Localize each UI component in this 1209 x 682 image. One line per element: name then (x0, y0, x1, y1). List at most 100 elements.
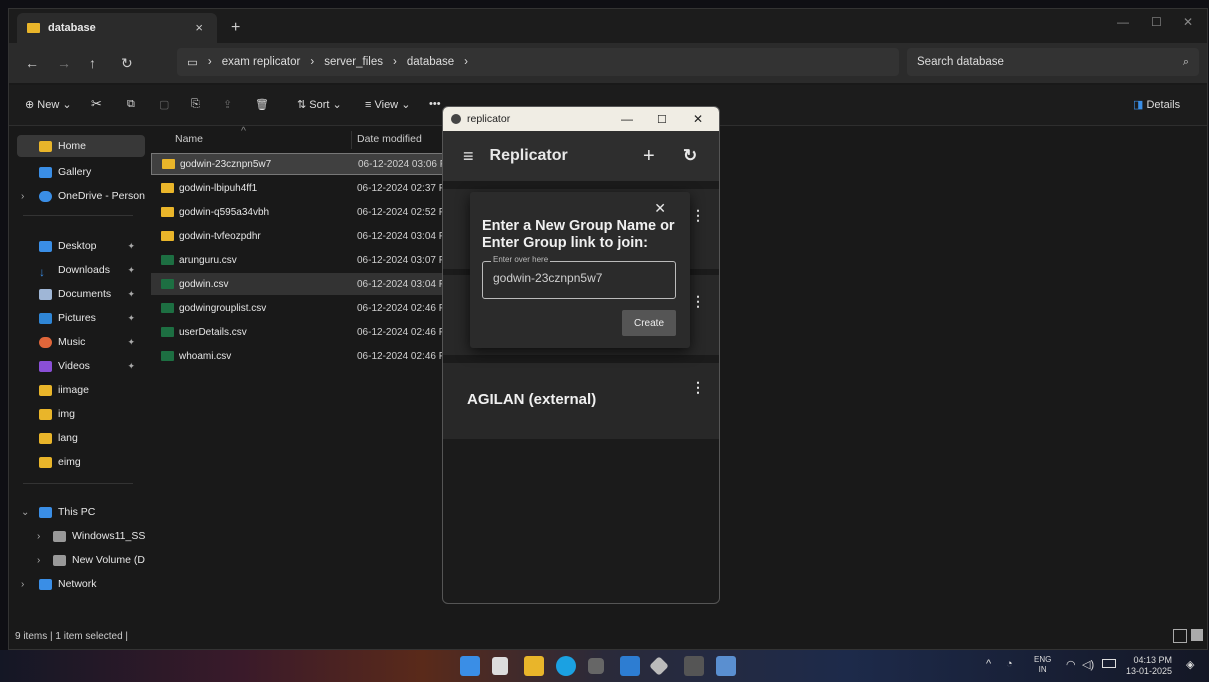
sidebar-item-home[interactable]: Home (17, 135, 145, 157)
refresh-icon[interactable]: ↻ (683, 146, 697, 166)
calendar-app-icon[interactable] (492, 657, 508, 675)
wifi-icon[interactable]: ◠ (1066, 658, 1076, 671)
cube-app-icon[interactable] (588, 658, 604, 674)
file-row[interactable]: godwingrouplist.csv 06-12-2024 02:46 PM (151, 297, 454, 319)
chevron-up-icon[interactable]: ^ (986, 658, 991, 670)
breadcrumb-item[interactable]: database (407, 56, 454, 68)
search-input[interactable]: Search database ⌕ (907, 48, 1199, 76)
clock[interactable]: 04:13 PM 13-01-2025 (1126, 655, 1172, 677)
sidebar-item-videos[interactable]: Videos ✦ (17, 355, 145, 377)
file-row[interactable]: godwin.csv 06-12-2024 03:04 PM (151, 273, 454, 295)
close-tab-icon[interactable]: × (195, 20, 203, 35)
details-view-icon[interactable] (1173, 629, 1187, 643)
file-explorer-icon[interactable] (524, 656, 544, 676)
sidebar-item-lang[interactable]: lang (17, 427, 145, 449)
title-bar: database × + — ☐ ✕ (9, 9, 1207, 43)
create-button[interactable]: Create (622, 310, 676, 336)
folder-icon (27, 23, 40, 33)
start-icon[interactable] (460, 656, 480, 676)
notification-icon[interactable]: ◈ (1186, 658, 1194, 671)
more-vert-icon[interactable]: ⋮ (691, 207, 705, 224)
group-name-input[interactable] (491, 270, 671, 286)
close-dialog-icon[interactable]: ✕ (654, 200, 666, 217)
edge-icon[interactable] (556, 656, 576, 676)
replicator-app-icon[interactable] (716, 656, 736, 676)
sidebar-item-img[interactable]: img (17, 403, 145, 425)
cut-icon[interactable]: ✂ (91, 96, 102, 112)
battery-icon[interactable] (1102, 659, 1116, 668)
share-icon[interactable]: ⇪ (223, 98, 232, 111)
pictures-icon (39, 312, 52, 324)
network-icon (39, 578, 52, 590)
file-row[interactable]: userDetails.csv 06-12-2024 02:46 PM (151, 321, 454, 343)
maximize-icon[interactable]: ☐ (657, 113, 667, 126)
sidebar-item-windows-drive[interactable]: ›Windows11_SSD ( (17, 525, 145, 547)
music-icon (39, 336, 52, 348)
file-row[interactable]: whoami.csv 06-12-2024 02:46 PM (151, 345, 454, 367)
sidebar-item-new-volume[interactable]: › New Volume (D:) (17, 549, 145, 571)
more-vert-icon[interactable]: ⋮ (691, 379, 705, 396)
terminal-icon[interactable] (684, 656, 704, 676)
sidebar-item-gallery[interactable]: Gallery (17, 161, 145, 183)
close-window-icon[interactable]: ✕ (693, 112, 703, 126)
new-button[interactable]: ⊕ New ⌄ (25, 98, 72, 111)
sidebar-item-documents[interactable]: Documents ✦ (17, 283, 145, 305)
drive-icon (53, 530, 66, 542)
replicator-title-bar: replicator — ☐ ✕ (443, 107, 719, 131)
sidebar-item-iimage[interactable]: iimage (17, 379, 145, 401)
minimize-icon[interactable]: — (621, 112, 633, 126)
column-header-name[interactable]: Name (175, 133, 203, 145)
group-name-field[interactable]: Enter over here (482, 255, 676, 299)
file-row[interactable]: godwin-tvfeozpdhr 06-12-2024 03:04 PM (151, 225, 454, 247)
sidebar-item-downloads[interactable]: ↓ Downloads ✦ (17, 259, 145, 281)
copy-icon[interactable]: ⧉ (127, 98, 135, 111)
volume-icon[interactable]: ◁) (1082, 658, 1094, 671)
sidebar-item-desktop[interactable]: Desktop ✦ (17, 235, 145, 257)
rename-icon[interactable]: ⎘ (191, 98, 200, 111)
column-header-date[interactable]: Date modified (357, 133, 422, 145)
group-card[interactable]: AGILAN (external) ⋮ (443, 363, 719, 439)
refresh-icon[interactable]: ↻ (121, 55, 133, 72)
back-icon[interactable]: ← (25, 55, 39, 71)
file-row[interactable]: godwin-lbipuh4ff1 06-12-2024 02:37 PM (151, 177, 454, 199)
address-bar[interactable]: ▭ › exam replicator › server_files › dat… (177, 48, 899, 76)
gallery-icon (39, 166, 52, 178)
minimize-icon[interactable]: — (1117, 15, 1129, 29)
replicator-window: replicator — ☐ ✕ ≡ Replicator + ↻ ⋮ ⋮ AG… (442, 106, 720, 604)
file-row[interactable]: godwin-23cznpn5w7 06-12-2024 03:06 PM (151, 153, 455, 175)
file-row[interactable]: arunguru.csv 06-12-2024 03:07 PM (151, 249, 454, 271)
sidebar-item-eimg[interactable]: eimg (17, 451, 145, 473)
breadcrumb-item[interactable]: exam replicator (222, 56, 301, 68)
file-row[interactable]: godwin-q595a34vbh 06-12-2024 02:52 PM (151, 201, 454, 223)
details-button[interactable]: ◨ Details (1133, 98, 1180, 111)
delete-icon[interactable]: 🗑 (255, 98, 269, 111)
diamond-app-icon[interactable] (649, 656, 669, 676)
view-button[interactable]: ≡ View ⌄ (365, 98, 410, 111)
sidebar-item-this-pc[interactable]: ⌄ This PC (17, 501, 145, 523)
paste-icon[interactable]: ▢ (159, 98, 169, 111)
breadcrumb-item[interactable]: server_files (324, 56, 383, 68)
sort-indicator-icon: ^ (241, 125, 246, 137)
sort-button[interactable]: ⇅ Sort ⌄ (297, 98, 342, 111)
new-tab-button[interactable]: + (231, 19, 240, 37)
sidebar-item-network[interactable]: › Network (17, 573, 145, 595)
menu-icon[interactable]: ≡ (463, 146, 474, 167)
more-button[interactable]: ••• (429, 98, 441, 110)
add-icon[interactable]: + (643, 145, 655, 168)
forward-icon[interactable]: → (57, 55, 71, 71)
excel-icon (161, 303, 174, 313)
language-indicator[interactable]: ENG IN (1034, 655, 1051, 675)
sidebar-item-pictures[interactable]: Pictures ✦ (17, 307, 145, 329)
maximize-icon[interactable]: ☐ (1151, 15, 1162, 29)
sidebar-item-onedrive[interactable]: › OneDrive - Persona (17, 185, 145, 207)
up-icon[interactable]: ↑ (89, 55, 96, 71)
sidebar-item-music[interactable]: Music ✦ (17, 331, 145, 353)
tiles-view-icon[interactable] (1191, 629, 1203, 641)
window-title: replicator (467, 113, 511, 125)
tab-database[interactable]: database × (17, 13, 217, 43)
more-vert-icon[interactable]: ⋮ (691, 293, 705, 310)
status-bar: 9 items | 1 item selected | (9, 625, 1207, 647)
close-window-icon[interactable]: ✕ (1183, 15, 1193, 29)
vscode-icon[interactable] (620, 656, 640, 676)
tray-app-icon[interactable]: ◔ (1006, 658, 1013, 670)
